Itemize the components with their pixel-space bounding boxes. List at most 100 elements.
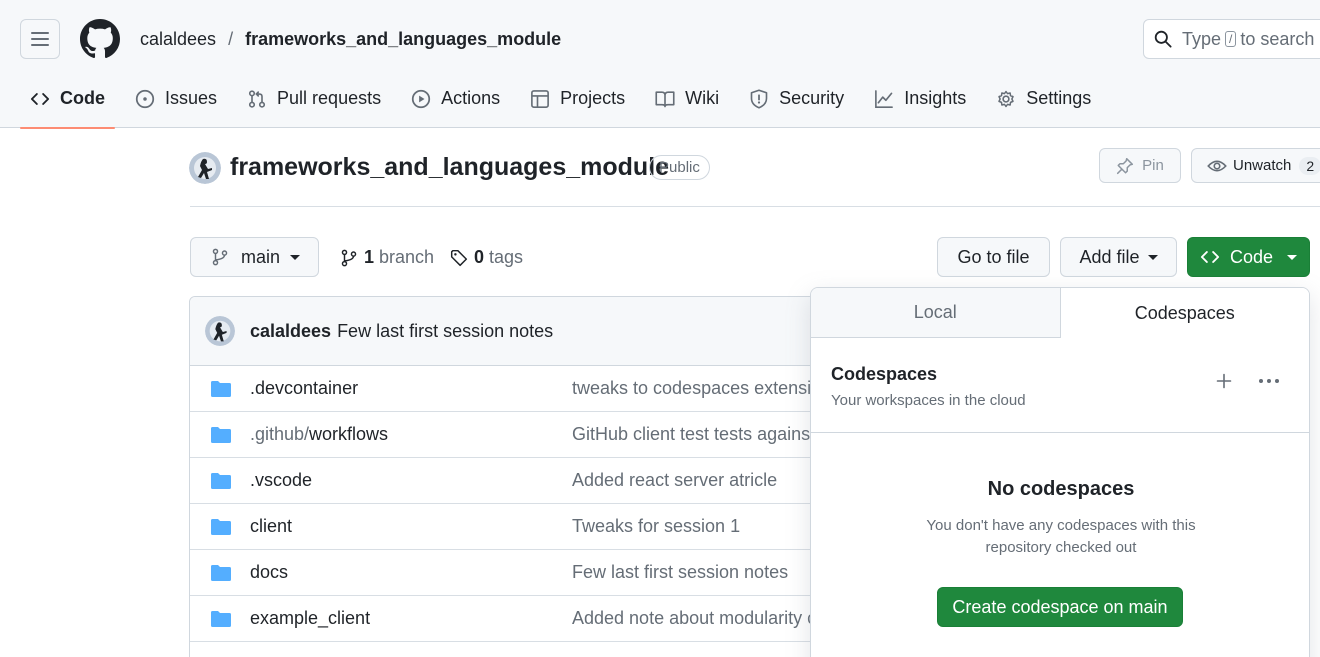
file-name[interactable]: .vscode bbox=[250, 470, 312, 491]
plus-icon bbox=[1216, 373, 1232, 389]
latest-commit-bar: calaldees Few last first session notes bbox=[190, 297, 888, 366]
tab-wiki-label: Wiki bbox=[685, 88, 720, 108]
eye-icon bbox=[1207, 160, 1227, 171]
owner-avatar[interactable] bbox=[189, 152, 221, 184]
tab-pull-requests[interactable]: Pull requests bbox=[237, 78, 391, 128]
breadcrumb-owner[interactable]: calaldees bbox=[140, 29, 216, 50]
avatar-image-icon bbox=[189, 152, 221, 184]
tab-insights-label: Insights bbox=[904, 88, 967, 108]
add-file-button[interactable]: Add file bbox=[1060, 237, 1177, 277]
tab-insights[interactable]: Insights bbox=[864, 78, 976, 128]
repo-title[interactable]: frameworks_and_languages_module bbox=[230, 153, 669, 182]
file-name[interactable]: example_client bbox=[250, 608, 370, 629]
codespaces-more-button[interactable] bbox=[1257, 370, 1281, 392]
code-button[interactable]: Code bbox=[1187, 237, 1310, 277]
git-branch-icon bbox=[212, 248, 228, 266]
search-icon bbox=[1154, 30, 1172, 48]
github-logo-icon[interactable] bbox=[80, 19, 120, 59]
commit-author[interactable]: calaldees bbox=[250, 321, 331, 342]
tab-settings-label: Settings bbox=[1026, 88, 1092, 108]
tag-count: 0 bbox=[474, 247, 485, 267]
git-branch-icon bbox=[341, 249, 357, 266]
tab-pull-requests-label: Pull requests bbox=[277, 88, 382, 108]
chevron-down-icon bbox=[1287, 254, 1298, 260]
file-row[interactable]: .vscode Added react server atricle bbox=[190, 458, 888, 504]
tab-projects-label: Projects bbox=[560, 88, 626, 108]
file-commit-message[interactable]: Few last first session notes bbox=[572, 562, 788, 583]
git-pull-request-icon bbox=[248, 90, 266, 108]
tag-word: tags bbox=[489, 247, 524, 267]
unwatch-button[interactable]: Unwatch 2 bbox=[1191, 148, 1320, 183]
menu-button[interactable] bbox=[20, 19, 60, 59]
folder-icon bbox=[211, 611, 231, 627]
file-name[interactable]: .devcontainer bbox=[250, 378, 358, 399]
tab-actions-label: Actions bbox=[441, 88, 501, 108]
file-name-parent: .github/ bbox=[250, 424, 310, 444]
file-commit-message[interactable]: Tweaks for session 1 bbox=[572, 516, 740, 537]
empty-state-text: You don't have any codespaces with this … bbox=[926, 517, 1196, 556]
branches-link[interactable]: 1 branch bbox=[340, 247, 434, 268]
code-icon bbox=[30, 93, 50, 105]
code-icon bbox=[1200, 251, 1220, 263]
search-input[interactable]: Type / to search bbox=[1143, 19, 1320, 59]
tab-issues[interactable]: Issues bbox=[125, 78, 227, 128]
tab-local[interactable]: Local bbox=[811, 288, 1061, 337]
pin-button[interactable]: Pin bbox=[1099, 148, 1181, 183]
commit-message[interactable]: Few last first session notes bbox=[337, 321, 553, 342]
tab-security[interactable]: Security bbox=[739, 78, 854, 128]
file-name[interactable]: .github/workflows bbox=[250, 424, 388, 445]
tab-actions[interactable]: Actions bbox=[401, 78, 510, 128]
file-row[interactable]: client Tweaks for session 1 bbox=[190, 504, 888, 550]
tab-settings[interactable]: Settings bbox=[986, 78, 1101, 128]
search-placeholder-prefix: Type bbox=[1182, 28, 1222, 49]
tab-code[interactable]: Code bbox=[20, 78, 115, 129]
file-row[interactable]: .github/workflows GitHub client test tes… bbox=[190, 412, 888, 458]
play-icon bbox=[411, 89, 431, 109]
folder-icon bbox=[211, 519, 231, 535]
tab-wiki[interactable]: Wiki bbox=[645, 78, 729, 128]
file-commit-message[interactable]: Added react server atricle bbox=[572, 470, 777, 491]
tab-code-label: Code bbox=[60, 88, 105, 108]
watch-count: 2 bbox=[1299, 156, 1320, 175]
branch-count: 1 bbox=[364, 247, 375, 267]
gear-icon bbox=[998, 90, 1014, 108]
codespaces-subtitle: Your workspaces in the cloud bbox=[831, 392, 1026, 409]
hamburger-icon bbox=[31, 32, 49, 46]
app-header: calaldees / frameworks_and_languages_mod… bbox=[0, 0, 1320, 129]
folder-icon bbox=[211, 381, 231, 397]
tab-codespaces[interactable]: Codespaces bbox=[1060, 288, 1309, 338]
folder-icon bbox=[211, 473, 231, 489]
tab-issues-label: Issues bbox=[165, 88, 218, 108]
code-panel-tabs: Local Codespaces bbox=[811, 288, 1309, 338]
tab-security-label: Security bbox=[779, 88, 845, 108]
file-row[interactable]: docs Few last first session notes bbox=[190, 550, 888, 596]
search-shortcut-key: / bbox=[1225, 31, 1237, 47]
breadcrumb-separator: / bbox=[228, 29, 234, 49]
file-row[interactable]: .devcontainer tweaks to codespaces exten… bbox=[190, 366, 888, 412]
file-commit-message[interactable]: Added note about modularity c bbox=[572, 608, 816, 629]
issue-opened-icon bbox=[135, 89, 155, 109]
empty-state-title: No codespaces bbox=[987, 478, 1135, 500]
pin-label: Pin bbox=[1142, 157, 1164, 174]
breadcrumb-repo[interactable]: frameworks_and_languages_module bbox=[245, 29, 561, 50]
branch-select-button[interactable]: main bbox=[190, 237, 319, 277]
code-button-label: Code bbox=[1229, 246, 1274, 267]
tab-projects[interactable]: Projects bbox=[520, 78, 635, 128]
file-name[interactable]: docs bbox=[250, 562, 288, 583]
chevron-down-icon bbox=[1147, 254, 1158, 260]
file-name[interactable]: client bbox=[250, 516, 292, 537]
file-commit-message[interactable]: tweaks to codespaces extensio bbox=[572, 378, 821, 399]
file-row[interactable]: example_client Added note about modulari… bbox=[190, 596, 888, 642]
code-dropdown-panel: Local Codespaces Codespaces Your workspa… bbox=[810, 287, 1310, 657]
new-codespace-button[interactable] bbox=[1213, 370, 1235, 392]
file-commit-message[interactable]: GitHub client test tests against bbox=[572, 424, 815, 445]
tags-link[interactable]: 0 tags bbox=[450, 247, 523, 268]
file-name-child: workflows bbox=[309, 424, 389, 444]
unwatch-label: Unwatch bbox=[1233, 157, 1292, 174]
folder-icon bbox=[211, 427, 231, 443]
create-codespace-button[interactable]: Create codespace on main bbox=[937, 587, 1183, 627]
search-placeholder-suffix: to search bbox=[1240, 28, 1315, 49]
go-to-file-button[interactable]: Go to file bbox=[937, 237, 1050, 277]
branch-word: branch bbox=[379, 247, 435, 267]
commit-author-avatar[interactable] bbox=[205, 316, 235, 346]
